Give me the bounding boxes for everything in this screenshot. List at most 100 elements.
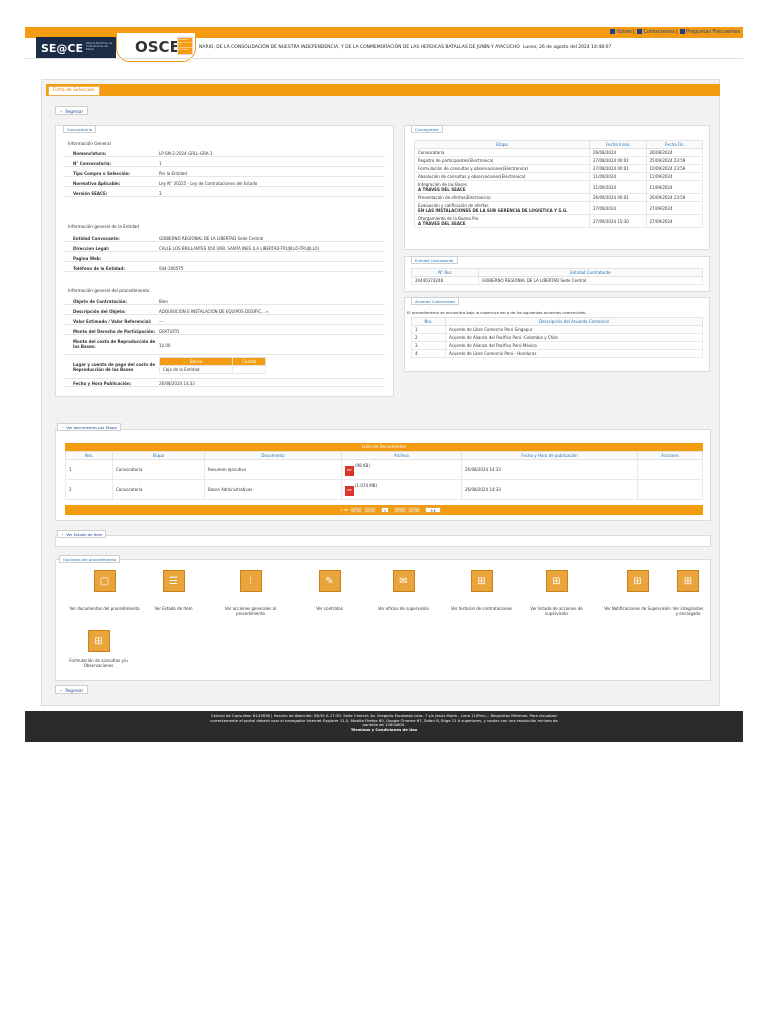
kv-key: Valor Estimado / Valor Referencial: [73, 319, 152, 324]
table-row: 3 Acuerdo de Alianza del Pacífico Perú-Mé… [411, 341, 703, 350]
opt-label: Formulación de consultas y/u Observacion… [69, 658, 128, 668]
opt-formulacion-consultas[interactable]: ⊞ Formulación de consultas y/u Observacio… [61, 630, 136, 668]
opt-label: Ver oficios de supervisión [377, 606, 430, 611]
kv-value: Bien [159, 299, 168, 304]
kv-value: Por la Entidad [159, 171, 187, 176]
kv-row: Entidad Convocante: GOBIERNO REGIONAL DE … [63, 236, 385, 242]
cell: PDF(98 KB) [341, 459, 462, 480]
lista-documentos-title: Lista de Documentos [65, 443, 703, 451]
kv-row: Normativa Aplicable: Ley N° 30225 - Ley d… [63, 181, 385, 187]
col-header: Etapa [414, 140, 590, 149]
info-procedimiento-title: Información general del procedimiento [68, 288, 150, 293]
opt-ver-contratos[interactable]: ✎ Ver contratos [292, 570, 367, 611]
first-page-icon[interactable]: « [350, 507, 362, 513]
flowchart-icon: ⊞ [677, 570, 699, 592]
kv-key: Fecha y Hora Publicación: [73, 381, 132, 386]
table-row: Convocatoria 26/08/2024 26/08/2024 [414, 148, 703, 157]
regresar-label: Regresar [65, 688, 84, 693]
cell: 26/08/2024 14:33 [461, 479, 638, 500]
kv-key: Descripción del Objeto: [73, 309, 126, 314]
regresar-button-bottom[interactable]: ← Regresar [55, 685, 89, 694]
col-header: Fecha Fin [645, 140, 703, 149]
kv-value: 3 [159, 191, 162, 196]
cell: PDF(1.074 MB) [341, 479, 462, 500]
col-header: Documento [204, 451, 342, 460]
per-page-value: 5 [430, 509, 433, 513]
cell: 27/08/2024 00:01 [589, 156, 647, 165]
contactenos-link[interactable]: Contactenos [643, 29, 674, 35]
etapa-sub: A TRAVES DEL SEACE [418, 187, 466, 192]
cell: 27/09/2024 [589, 201, 647, 215]
ver-documentos-etapa-toggle[interactable]: − Ver documentos por Etapa [57, 423, 121, 431]
pago-header: Cuenta [232, 357, 266, 366]
cell: Integración de las Bases A TRAVES DEL SEA… [414, 180, 590, 194]
kv-key: Objeto de Contratación: [73, 299, 128, 304]
etapa-text: Absolución de consultas y observaciones(… [418, 174, 526, 179]
col-header: Nro. [65, 451, 113, 460]
cell: 26/08/2024 [589, 148, 647, 157]
ver-estado-item-toggle[interactable]: + Ver Estado de Item [57, 530, 107, 538]
envelope-icon: ✉ [392, 570, 415, 592]
opt-acciones-generales[interactable]: ⁝ Ver acciones generales al procedimiento [213, 570, 288, 616]
estado-item-bar [55, 535, 711, 547]
cell: 3 [411, 341, 446, 350]
cell: 26/09/2024 23:59 [645, 193, 703, 202]
pago-table: Banco Cuenta Caja de la Entidad [158, 357, 266, 374]
search-icon[interactable]: ⌕ [266, 309, 268, 314]
pdf-icon[interactable]: PDF [345, 486, 354, 496]
kv-row: Teléfono de la Entidad: 044-200575 [63, 266, 385, 272]
opt-ver-estado-item[interactable]: ☰ Ver Estado de Item [136, 570, 211, 611]
etapa-sub: EN LAS INSTALACIONES DE LA SUB GERENCIA … [418, 208, 568, 213]
traffic-light-icon: ⁝ [239, 570, 262, 592]
cell: 11/09/2024 [589, 172, 647, 181]
pdf-icon[interactable]: PDF [345, 466, 354, 476]
prev-page-icon[interactable]: ‹ [364, 507, 376, 513]
col-header: Fecha Inicio [589, 140, 647, 149]
descripcion-text: ADQUISICION E INSTALACION DE EQUIPOS DOS… [159, 309, 265, 314]
cell: Otorgamiento de la Buena Pro A TRAVES DEL… [414, 214, 590, 228]
flowchart-icon: ⊞ [626, 570, 649, 592]
cell: Absolución de consultas y observaciones(… [414, 172, 590, 181]
minus-icon: − [61, 425, 65, 430]
flowchart-icon: ⊞ [87, 630, 110, 652]
acuerdos-table: Nro. Descripción del Acuerdo Comercial 1A… [411, 317, 703, 358]
cell: 2 [411, 333, 446, 342]
file-size: (1.074 MB) [355, 483, 378, 488]
pago-cell: Caja de la Entidad [158, 365, 234, 374]
preguntas-link[interactable]: Preguntas Frecuentes [686, 29, 740, 35]
cell: Convocatoria [112, 459, 205, 480]
seace-logo[interactable]: SE@CE Sistema Electrónico de Contratacio… [36, 37, 116, 59]
regresar-button-top[interactable]: ← Regresar [55, 106, 89, 115]
cell: Presentación de ofertas(Electronica) [414, 193, 590, 202]
flowchart-icon: ⊞ [545, 570, 568, 592]
opt-integrantes-encargado[interactable]: ⊞ Ver integrantes y encargado [672, 570, 704, 616]
opt-notificaciones-supervision[interactable]: ⊞ Ver Notificaciones de Supervisión [600, 570, 675, 611]
page-1-button[interactable]: 1 [381, 507, 389, 513]
list-icon: ☰ [162, 570, 185, 592]
kv-key: Versión SEACE: [73, 191, 108, 196]
documentos-table: Nro. Etapa Documento Archivo Fecha y Hor… [65, 451, 703, 500]
ver-estado-item-label: Ver Estado de Item [66, 532, 103, 537]
flowchart-icon: ⊞ [470, 570, 493, 592]
opt-oficios-supervision[interactable]: ✉ Ver oficios de supervisión [366, 570, 441, 611]
opt-label: Ver Estado de Item [154, 606, 193, 611]
table-row: 1 Convocatoria Resumen ejecutivo PDF(98 … [65, 459, 703, 480]
last-page-icon[interactable]: » [408, 507, 420, 513]
opt-label: Ver Notificaciones de Supervisión [604, 606, 671, 611]
etapa-text: Formulación de consultas y observaciones… [418, 166, 529, 171]
entidad-table-wrap: N° Ruc Entidad Contratante 20440374248 GOB… [411, 268, 703, 285]
per-page-select[interactable]: 5 ▾ [425, 507, 441, 513]
kv-row: Descripción del Objeto: ADQUISICION E INS… [63, 309, 385, 315]
next-page-icon[interactable]: › [394, 507, 406, 513]
terms-link[interactable]: Términos y Condiciones de Uso [25, 727, 743, 733]
tab-ficha-seleccion[interactable]: Ficha de Seleccion [48, 86, 100, 96]
opt-ver-documentos[interactable]: ▢ Ver documentos del procedimiento [67, 570, 142, 611]
kv-value [159, 256, 385, 261]
opt-historial-contrataciones[interactable]: ⊞ Ver historial de contrataciones [444, 570, 519, 611]
opt-acciones-supervision[interactable]: ⊞ Ver listado de acciones de supervisión [519, 570, 594, 616]
cronograma-label: Cronograma [411, 125, 443, 133]
entidad-contratante-label: Entidad Contratante [411, 256, 458, 264]
volver-link[interactable]: Volver [616, 29, 632, 35]
cell: 27/09/2024 15:30 [589, 214, 647, 228]
kv-key: N° Convocatoria: [73, 161, 111, 166]
